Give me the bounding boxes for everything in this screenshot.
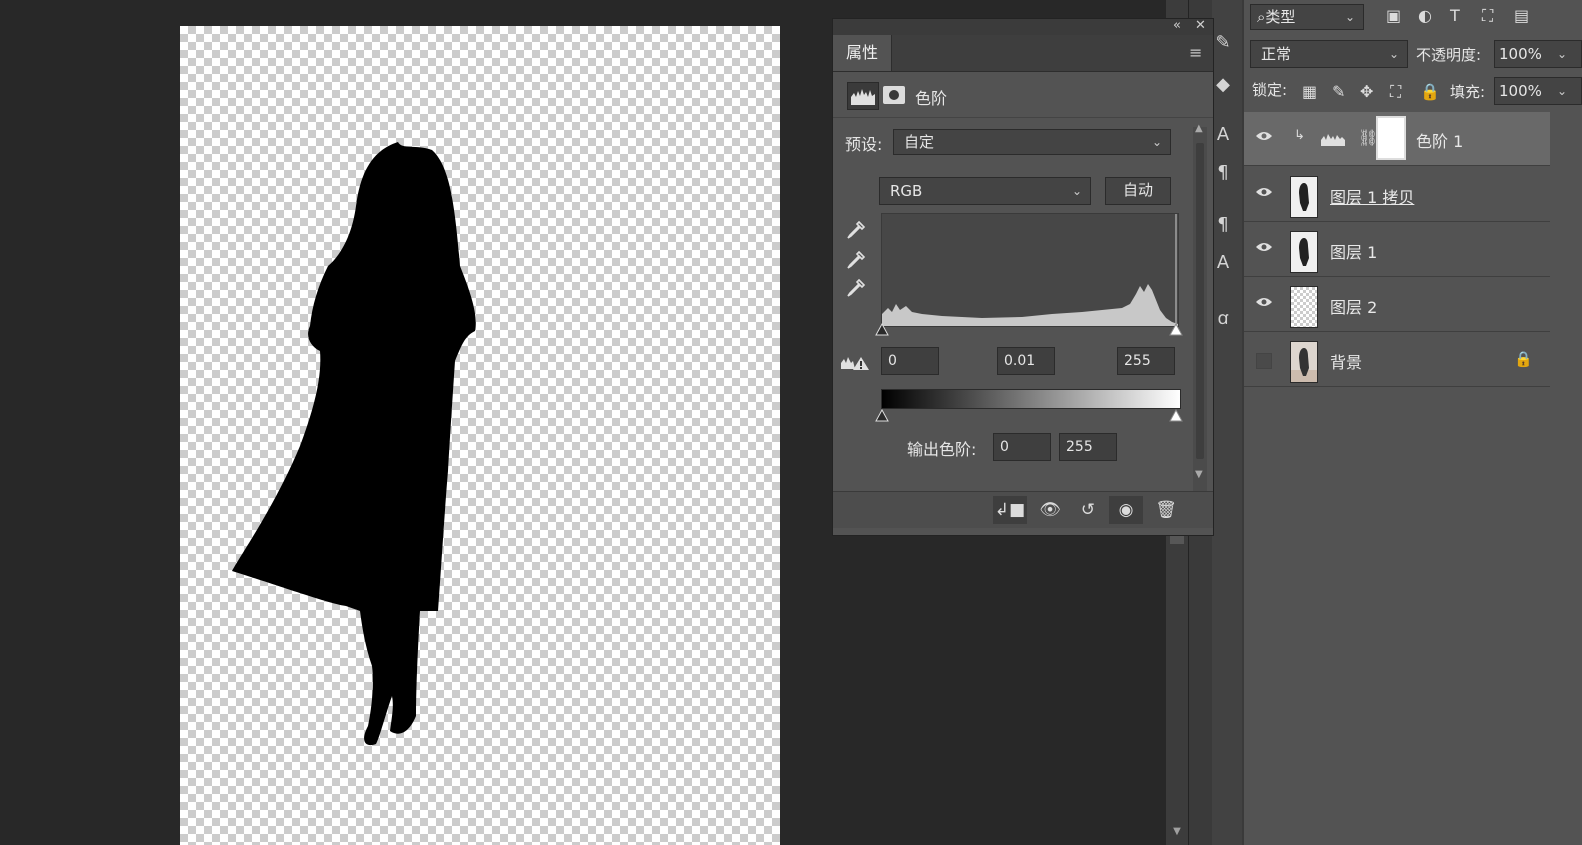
output-black-slider[interactable] — [875, 409, 889, 423]
input-black-slider[interactable] — [875, 323, 889, 337]
collapse-icon[interactable]: « — [1173, 18, 1181, 33]
panel-menu-icon[interactable]: ≡ — [1189, 43, 1202, 62]
fill-label: 填充: — [1450, 83, 1486, 101]
levels-adjustment-icon[interactable] — [847, 82, 879, 110]
output-white-field[interactable]: 255 — [1059, 433, 1117, 461]
output-black-field[interactable]: 0 — [993, 433, 1051, 461]
lock-label: 锁定: — [1252, 81, 1288, 99]
chevron-down-icon: ⌄ — [1388, 47, 1399, 61]
layer-thumbnail — [1290, 341, 1318, 383]
properties-footer: ↲■ 👁 ↺ ◉ 🗑 — [833, 491, 1213, 528]
auto-button[interactable]: 自动 — [1105, 177, 1171, 205]
input-black-field[interactable]: 0 — [881, 347, 939, 375]
scroll-down-icon[interactable]: ▼ — [1195, 469, 1203, 480]
reset-icon[interactable]: ↺ — [1071, 496, 1105, 524]
preset-dropdown[interactable]: 自定 ⌄ — [893, 129, 1171, 155]
document-canvas[interactable] — [180, 26, 780, 845]
type-filter-icon[interactable]: T — [1450, 6, 1460, 25]
visibility-icon[interactable]: ◉ — [1109, 496, 1143, 524]
layer-filter-dropdown[interactable]: ⌕类型 ⌄ — [1250, 4, 1364, 30]
layer-row[interactable]: 图层 1 — [1244, 223, 1550, 277]
clip-arrow-icon: ↳ — [1294, 128, 1305, 143]
eye-icon[interactable] — [1255, 186, 1273, 198]
white-eyedropper-icon[interactable] — [845, 277, 867, 303]
layers-panel: ⌕类型 ⌄ ▣ ◐ T ⛶ ▤ 正常 ⌄ 不透明度: 100% ⌄ 锁定: ▦ ✎ ✥… — [1244, 0, 1582, 845]
clipping-warning-icon[interactable] — [839, 353, 871, 375]
shape-filter-icon[interactable]: ⛶ — [1482, 6, 1493, 26]
layer-name[interactable]: 图层 2 — [1330, 294, 1377, 318]
lock-artboard-icon[interactable]: ⛶ — [1390, 82, 1401, 102]
eye-icon[interactable] — [1255, 241, 1273, 253]
preset-label: 预设: — [845, 135, 883, 154]
tab-properties[interactable]: 属性 — [833, 35, 892, 71]
layer-thumbnail — [1290, 231, 1318, 273]
output-white-slider[interactable] — [1169, 409, 1183, 423]
layer-mask-thumbnail[interactable] — [1376, 116, 1406, 160]
opacity-field[interactable]: 100% ⌄ — [1494, 40, 1582, 68]
view-previous-icon[interactable]: 👁 — [1033, 496, 1067, 524]
layer-row[interactable]: 背景 🔒 — [1244, 333, 1550, 387]
blend-mode-dropdown[interactable]: 正常 ⌄ — [1250, 40, 1408, 68]
layer-filter-value: 类型 — [1265, 8, 1296, 26]
eye-icon[interactable] — [1255, 130, 1273, 142]
layer-row[interactable]: 图层 2 — [1244, 278, 1550, 332]
lock-pixels-icon[interactable]: ✎ — [1332, 82, 1345, 101]
silhouette-image — [232, 142, 476, 746]
chevron-down-icon: ⌄ — [1556, 84, 1567, 98]
close-icon[interactable]: ✕ — [1195, 18, 1206, 33]
trash-icon[interactable]: 🗑 — [1149, 496, 1183, 524]
levels-layer-icon — [1321, 134, 1345, 146]
lock-icon: 🔒 — [1514, 350, 1533, 368]
channel-dropdown[interactable]: RGB ⌄ — [879, 177, 1091, 205]
image-filter-icon[interactable]: ▣ — [1386, 6, 1401, 25]
mask-icon[interactable] — [883, 86, 905, 104]
adjustment-filter-icon[interactable]: ◐ — [1418, 6, 1432, 25]
scroll-up-icon[interactable]: ▲ — [1195, 123, 1203, 134]
blend-mode-value: 正常 — [1261, 45, 1292, 63]
layer-row[interactable]: 图层 1 拷贝 — [1244, 168, 1550, 222]
properties-panel: « ✕ 属性 ≡ 色阶 预设: 自定 ⌄ RGB ⌄ 自动 0 0.01 255… — [832, 18, 1214, 536]
lock-position-icon[interactable]: ✥ — [1360, 82, 1373, 101]
chevron-down-icon: ⌄ — [1071, 184, 1082, 198]
channel-value: RGB — [890, 182, 923, 200]
fill-field[interactable]: 100% ⌄ — [1494, 77, 1582, 105]
input-white-field[interactable]: 255 — [1117, 347, 1175, 375]
clip-to-layer-icon[interactable]: ↲■ — [993, 496, 1027, 524]
layer-thumbnail — [1290, 286, 1318, 328]
layer-row[interactable]: ↳ ⛓ 色阶 1 — [1244, 112, 1550, 166]
histogram — [881, 213, 1179, 327]
lock-transparency-icon[interactable]: ▦ — [1302, 82, 1317, 101]
layer-name[interactable]: 色阶 1 — [1416, 128, 1463, 152]
opacity-value: 100% — [1499, 45, 1542, 63]
layer-name[interactable]: 图层 1 — [1330, 239, 1377, 263]
panel-titlebar: « ✕ — [833, 18, 1213, 35]
chevron-down-icon: ⌄ — [1556, 47, 1567, 61]
opacity-label: 不透明度: — [1416, 46, 1482, 64]
fill-value: 100% — [1499, 82, 1542, 100]
eye-icon[interactable] — [1255, 296, 1273, 308]
input-gamma-field[interactable]: 0.01 — [997, 347, 1055, 375]
layer-name[interactable]: 图层 1 拷贝 — [1330, 184, 1414, 208]
preset-value: 自定 — [904, 133, 935, 151]
visibility-toggle-off[interactable] — [1256, 353, 1272, 369]
adjustment-header: 色阶 — [833, 72, 1213, 118]
panel-tabbar: 属性 ≡ — [833, 35, 1213, 72]
chevron-down-icon: ⌄ — [1151, 135, 1162, 149]
smartobject-filter-icon[interactable]: ▤ — [1514, 6, 1529, 25]
input-white-slider[interactable] — [1169, 323, 1183, 337]
black-eyedropper-icon[interactable] — [845, 219, 867, 245]
properties-scroll-thumb[interactable] — [1196, 143, 1204, 459]
layer-thumbnail — [1290, 176, 1318, 218]
adjustment-title: 色阶 — [915, 89, 948, 108]
lock-all-icon[interactable]: 🔒 — [1420, 82, 1440, 101]
gray-eyedropper-icon[interactable] — [845, 249, 867, 275]
output-levels-label: 输出色阶: — [907, 440, 977, 459]
output-gradient-bar — [881, 389, 1181, 409]
scroll-down-icon[interactable]: ▼ — [1168, 826, 1186, 842]
layer-name[interactable]: 背景 — [1330, 349, 1362, 373]
chevron-down-icon: ⌄ — [1344, 10, 1355, 24]
